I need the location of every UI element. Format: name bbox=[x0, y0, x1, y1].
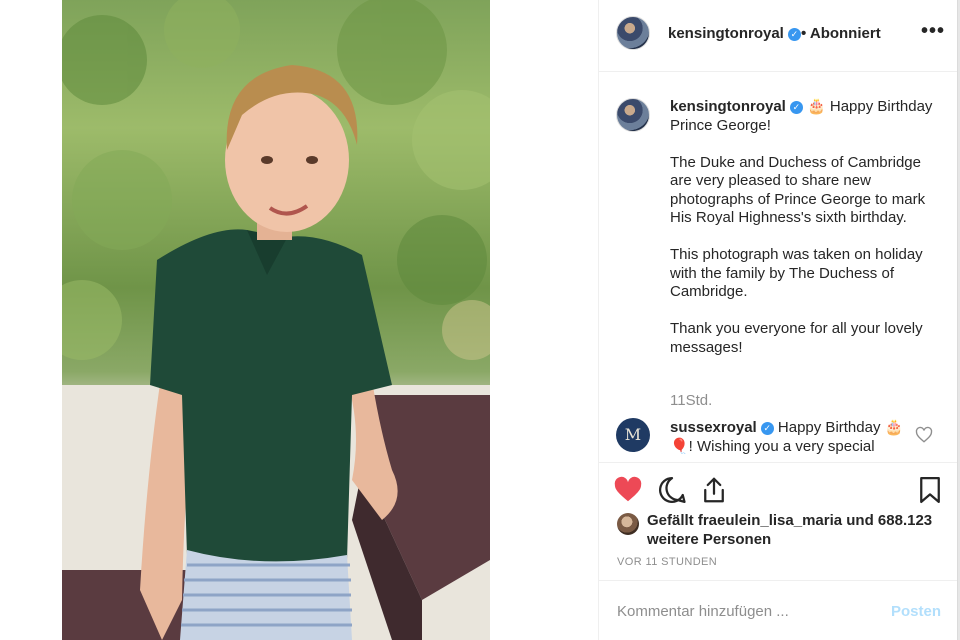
comment-input[interactable] bbox=[617, 599, 867, 623]
bookmark-icon[interactable] bbox=[915, 475, 945, 505]
caption-username[interactable]: kensingtonroyal bbox=[670, 98, 786, 115]
caption-avatar[interactable] bbox=[616, 98, 650, 132]
author-avatar[interactable] bbox=[616, 16, 650, 50]
comment-like-icon[interactable] bbox=[915, 426, 933, 444]
post-photo[interactable] bbox=[62, 0, 490, 640]
more-options-icon[interactable]: ••• bbox=[921, 20, 945, 43]
comment-item: M sussexroyal ✓ Happy Birthday 🎂🎈! Wishin… bbox=[599, 414, 957, 460]
caption-text: kensingtonroyal ✓ 🎂 Happy Birthday Prince… bbox=[670, 98, 936, 376]
follow-status[interactable]: • Abonniert bbox=[801, 25, 881, 42]
caption-paragraph: The Duke and Duchess of Cambridge are ve… bbox=[670, 153, 926, 227]
verified-icon: ✓ bbox=[789, 101, 803, 114]
post-button[interactable]: Posten bbox=[891, 603, 941, 620]
verified-icon: ✓ bbox=[760, 422, 774, 435]
post-caption: kensingtonroyal ✓ 🎂 Happy Birthday Prince… bbox=[599, 72, 957, 462]
author-username[interactable]: kensingtonroyal ✓ bbox=[668, 25, 801, 42]
caption-time: 11Std. bbox=[670, 392, 713, 409]
verified-icon: ✓ bbox=[787, 28, 801, 41]
post-header: kensingtonroyal ✓ • Abonniert ••• bbox=[599, 0, 957, 72]
liker-avatar[interactable] bbox=[617, 513, 639, 535]
share-icon[interactable] bbox=[699, 475, 729, 505]
comment-bubble-icon[interactable] bbox=[657, 475, 687, 505]
post-timestamp[interactable]: VOR 11 STUNDEN bbox=[617, 556, 717, 568]
heart-filled-icon[interactable] bbox=[613, 475, 643, 505]
commenter-avatar[interactable]: M bbox=[616, 418, 650, 452]
post-side-panel: kensingtonroyal ✓ • Abonniert ••• kensing… bbox=[598, 0, 958, 640]
likes-summary: Gefällt fraeulein_lisa_maria und 688.123… bbox=[599, 508, 957, 552]
add-comment-form: Posten bbox=[599, 580, 957, 640]
comment-text: sussexroyal ✓ Happy Birthday 🎂🎈! Wishing … bbox=[670, 418, 920, 456]
caption-paragraph: Thank you everyone for all your lovely m… bbox=[670, 320, 923, 356]
caption-paragraph: This photograph was taken on holiday wit… bbox=[670, 246, 923, 300]
likes-text[interactable]: Gefällt fraeulein_lisa_maria und 688.123… bbox=[647, 511, 937, 549]
commenter-username[interactable]: sussexroyal bbox=[670, 419, 757, 436]
photo-illustration bbox=[62, 0, 490, 640]
